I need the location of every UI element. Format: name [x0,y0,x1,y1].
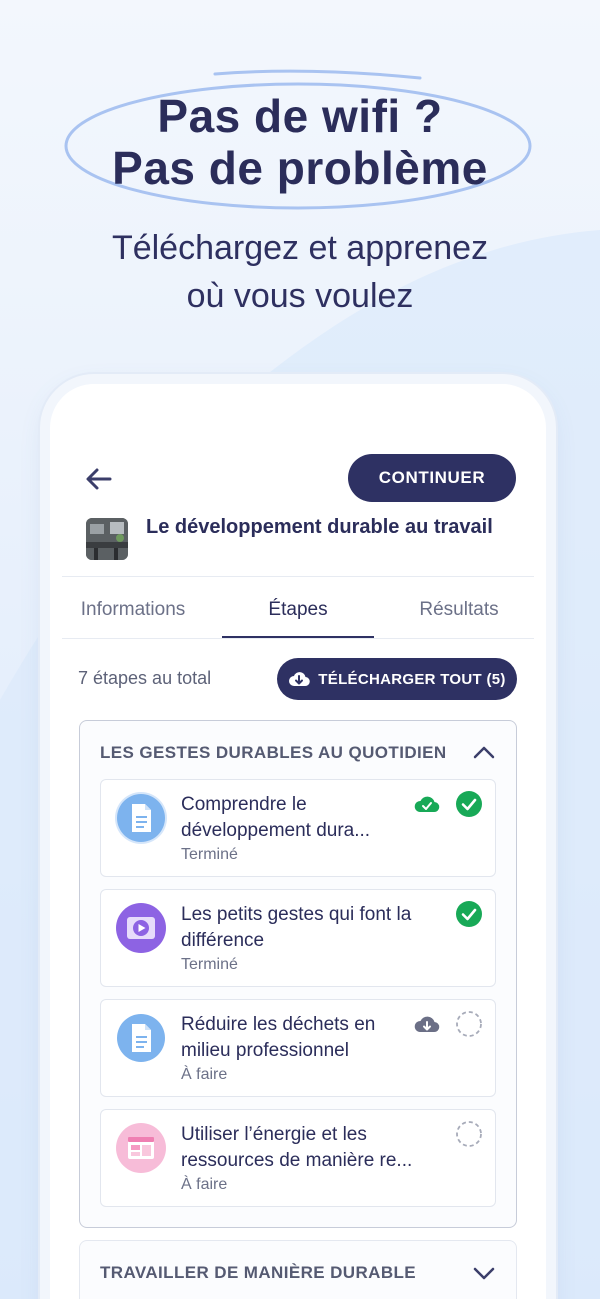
video-icon [115,902,167,954]
step-title: Réduire les déchets en milieu profession… [181,1014,376,1061]
hero-subtitle-line1: Téléchargez et apprenez [111,229,489,267]
check-circle-icon [456,901,482,927]
step-card[interactable]: Comprendre le développement dura... Term… [100,779,496,877]
step-card[interactable]: Réduire les déchets en milieu profession… [100,999,496,1097]
steps-count: 7 étapes au total [78,668,212,688]
check-circle-icon [456,791,482,817]
continue-button[interactable]: CONTINUER [348,454,516,502]
hero: Pas de wifi ? Pas de problème Télécharge… [0,0,600,380]
course-thumbnail [86,518,128,560]
back-arrow-icon[interactable] [84,464,114,494]
section-title: TRAVAILLER DE MANIÈRE DURABLE [100,1263,417,1282]
divider [62,638,534,639]
chevron-up-icon[interactable] [472,741,496,765]
hero-subtitle-line2: où vous voulez [186,277,414,315]
tab-etapes[interactable]: Étapes [222,580,374,640]
step-status: Terminé [181,956,238,973]
tab-bar: Informations Étapes Résultats [62,580,534,640]
cloud-download-icon[interactable] [413,1010,441,1038]
hero-title-line1: Pas de wifi ? [157,90,443,142]
step-status: À faire [181,1176,228,1193]
phone-side-button [546,594,552,680]
pending-circle-icon [456,1011,482,1037]
step-status: À faire [181,1066,228,1083]
step-title: Les petits gestes qui font la différence [181,904,412,951]
step-card[interactable]: Les petits gestes qui font la différence… [100,889,496,987]
course-title: Le développement durable au travail [146,516,493,538]
webpage-icon [115,1122,167,1174]
step-status: Terminé [181,846,238,863]
step-card[interactable]: Utiliser l’énergie et les ressources de … [100,1109,496,1207]
download-all-button[interactable]: TÉLÉCHARGER TOUT (5) [277,658,517,700]
section-title: LES GESTES DURABLES AU QUOTIDIEN [100,743,447,762]
chevron-down-icon[interactable] [472,1261,496,1285]
steps-bar: 7 étapes au total TÉLÉCHARGER TOUT (5) [62,656,534,702]
divider [62,576,534,577]
tab-resultats[interactable]: Résultats [388,580,530,640]
download-all-label: TÉLÉCHARGER TOUT (5) [318,670,506,688]
pending-circle-icon [456,1121,482,1147]
cloud-download-icon [289,672,311,687]
step-title: Utiliser l’énergie et les ressources de … [181,1124,413,1171]
phone-frame: CONTINUER Le développement durable au tr… [50,384,546,1299]
tab-informations[interactable]: Informations [62,580,204,640]
document-icon [115,792,167,844]
hero-title: Pas de wifi ? Pas de problème [0,90,600,194]
cloud-downloaded-icon[interactable] [413,790,441,818]
app-screen: CONTINUER Le développement durable au tr… [62,384,534,1299]
document-icon [115,1012,167,1064]
hero-subtitle: Téléchargez et apprenez où vous voulez [0,224,600,320]
course-header: Le développement durable au travail [86,512,516,568]
section-travailler-durable[interactable]: TRAVAILLER DE MANIÈRE DURABLE [79,1240,517,1299]
step-title: Comprendre le développement dura... [181,794,371,841]
hero-title-line2: Pas de problème [112,142,488,194]
section-gestes-durables: LES GESTES DURABLES AU QUOTIDIEN Compren… [79,720,517,1228]
